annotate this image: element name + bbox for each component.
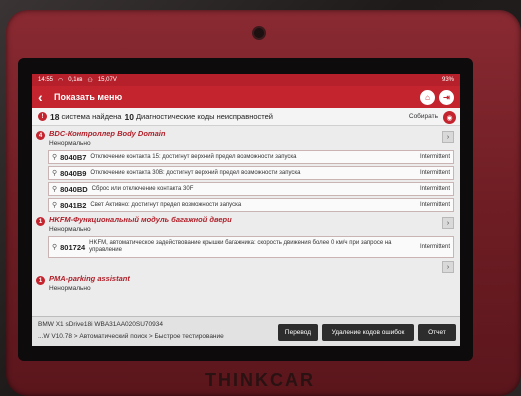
dtc-code: 8041B2 (60, 200, 87, 210)
dtc-count-badge: 4 (36, 131, 45, 140)
chevron-right-icon[interactable]: › (442, 131, 454, 143)
translate-button[interactable]: Перевод (278, 324, 318, 341)
device-brand-logo: THINKCAR (205, 370, 315, 390)
dtc-count: 10 (124, 111, 134, 122)
dtc-description: Отключение контакта 15: достигнут верхни… (90, 153, 297, 160)
dtc-code: 801724 (60, 242, 86, 252)
dtc-row[interactable]: ⚲ 8040B9 Отключение контакта 30В: достиг… (48, 166, 454, 180)
breadcrumb: ...W V10.78 > Автоматический поиск > Быс… (38, 333, 224, 340)
search-icon[interactable]: ⚲ (52, 243, 57, 251)
clear-codes-button[interactable]: Удаление кодов ошибок (322, 324, 414, 341)
page-title: Показать меню (54, 92, 123, 102)
systems-text: система найдена (61, 112, 122, 121)
module-item: 1 HKFM-Функциональный модуль багажной дв… (36, 215, 456, 234)
app-screen: 14:55 ◠ 0,1кв ⚇ 15,07V 93% ‹ Показать ме… (32, 74, 460, 346)
search-icon[interactable]: ⚲ (52, 201, 57, 209)
home-icon[interactable]: ⌂ (420, 89, 435, 105)
dtc-status: Intermittent (419, 202, 450, 208)
dtc-description: Сброс или отключение контакта 30F (91, 185, 194, 192)
car-battery-icon: ⚇ (87, 77, 93, 84)
alert-icon: ! (38, 112, 47, 121)
dtc-description: Отключение контакта 30В: достигнут верхн… (90, 169, 301, 176)
scan-summary: ! 18 система найдена 10 Диагностические … (32, 108, 460, 126)
module-name: HKFM-Функциональный модуль багажной двер… (49, 215, 232, 224)
module-item: 1 PMA-parking assistant Ненормально (36, 274, 456, 293)
dtc-row[interactable]: ⚲ 8040BD Сброс или отключение контакта 3… (48, 182, 454, 196)
dtc-row[interactable]: ⚲ 8040B7 Отключение контакта 15: достигн… (48, 150, 454, 164)
search-icon[interactable]: ⚲ (52, 185, 57, 193)
module-list: 4 BDC-Контроллер Body Domain Ненормально… (32, 129, 460, 293)
dtc-row[interactable]: ⚲ 801724 HKFM, автоматическое задействов… (48, 236, 454, 258)
dtc-code: 8040B7 (60, 152, 87, 162)
exit-icon[interactable]: ⇥ (439, 89, 454, 105)
dtc-code: 8040BD (60, 184, 88, 194)
dtc-status: Intermittent (419, 154, 450, 160)
dtc-status: Intermittent (419, 170, 450, 176)
status-battery-percent: 93% (441, 77, 454, 83)
chevron-right-icon[interactable]: › (442, 261, 454, 273)
status-bar: 14:55 ◠ 0,1кв ⚇ 15,07V 93% (32, 74, 460, 86)
module-name: PMA-parking assistant (49, 274, 130, 283)
dtc-status: Intermittent (419, 186, 450, 192)
dtc-count-badge: 1 (36, 276, 45, 285)
dtc-description: Свет Активно: достигнут предел возможнос… (90, 201, 242, 208)
dtc-description: HKFM, автоматическое задействование крыш… (89, 240, 392, 253)
back-arrow-icon[interactable]: ‹ (38, 90, 50, 104)
footer-bar: BMW X1 sDrive18i WBA31AA020SU70934 ...W … (32, 316, 460, 346)
chevron-right-icon[interactable]: › (442, 217, 454, 229)
module-status: Ненормально (49, 226, 91, 233)
search-icon[interactable]: ⚲ (52, 169, 57, 177)
wifi-icon: ◠ (58, 77, 64, 84)
front-camera (252, 26, 266, 40)
vehicle-info: BMW X1 sDrive18i WBA31AA020SU70934 (38, 321, 164, 328)
camera-icon[interactable]: ◉ (443, 111, 456, 124)
search-icon[interactable]: ⚲ (52, 153, 57, 161)
dtc-row[interactable]: ⚲ 8041B2 Свет Активно: достигнут предел … (48, 198, 454, 212)
collect-button[interactable]: Собирать (409, 113, 438, 120)
status-voltage: 0,1кв (68, 77, 83, 83)
module-name: BDC-Контроллер Body Domain (49, 129, 166, 138)
dtc-status: Intermittent (419, 244, 450, 250)
module-spacer: › (36, 261, 456, 273)
status-battery-voltage: 15,07V (97, 77, 117, 83)
title-bar: ‹ Показать меню ⌂ ⇥ (32, 86, 460, 108)
dtc-count-badge: 1 (36, 217, 45, 226)
dtc-code: 8040B9 (60, 168, 87, 178)
module-status: Ненормально (49, 140, 91, 147)
module-item: 4 BDC-Контроллер Body Domain Ненормально… (36, 129, 456, 148)
dtc-text: Диагностические коды неисправностей (135, 112, 273, 121)
report-button[interactable]: Отчет (418, 324, 456, 341)
systems-count: 18 (50, 111, 60, 122)
module-status: Ненормально (49, 285, 91, 292)
status-time: 14:55 (38, 77, 54, 83)
